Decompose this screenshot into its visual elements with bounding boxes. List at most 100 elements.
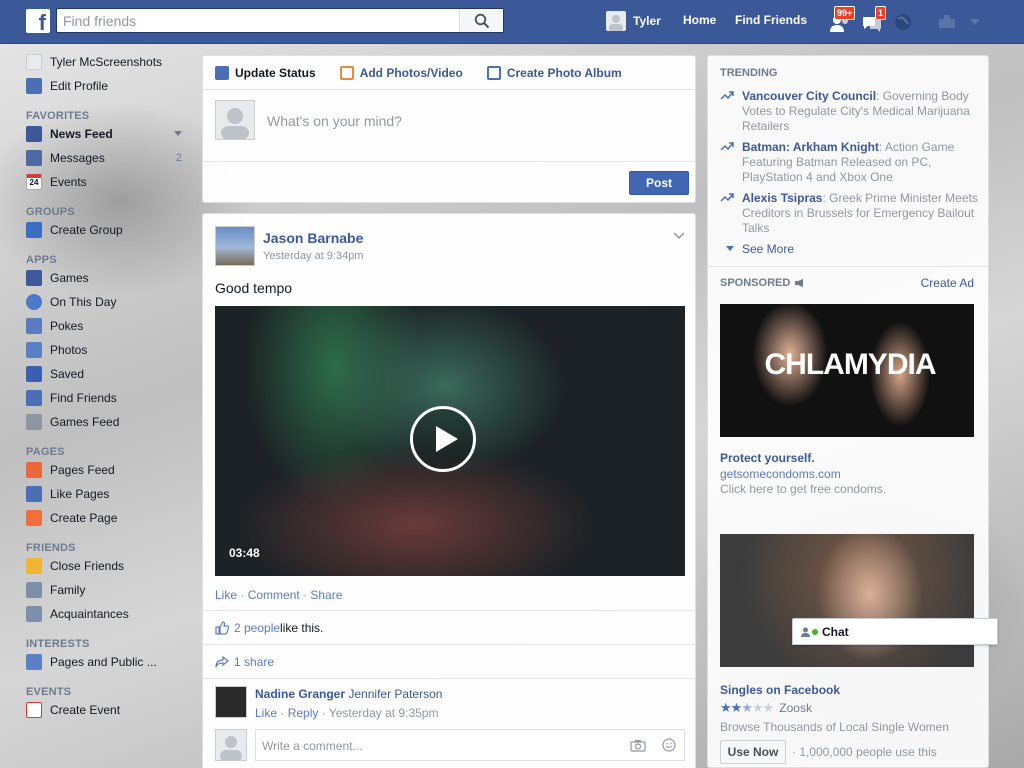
ad-url[interactable]: getsomecondoms.com bbox=[720, 467, 841, 481]
sidebar-item-create-event[interactable]: Create Event bbox=[18, 698, 194, 722]
sidebar-item-label: Close Friends bbox=[50, 559, 125, 573]
post-video[interactable]: 03:48 bbox=[215, 306, 685, 576]
search-button[interactable] bbox=[459, 9, 503, 32]
likes-summary: 2 people like this. bbox=[215, 621, 323, 635]
post-actions: Like · Comment · Share bbox=[215, 588, 343, 602]
comment-meta: Like · Reply · Yesterday at 9:35pm bbox=[255, 706, 439, 720]
ad-image-chlamydia[interactable]: CHLAMYDIA bbox=[720, 304, 974, 437]
create-ad-link[interactable]: Create Ad bbox=[921, 276, 974, 290]
sidebar-item-family[interactable]: Family bbox=[18, 578, 194, 602]
see-more-link[interactable]: See More bbox=[726, 242, 794, 256]
sidebar-item-label: Family bbox=[50, 583, 86, 597]
create-page-icon bbox=[26, 510, 42, 526]
sidebar-item-label: Saved bbox=[50, 367, 85, 381]
settings-menu[interactable] bbox=[938, 13, 988, 35]
tab-update-status[interactable]: Update Status bbox=[215, 65, 316, 80]
commenter-avatar[interactable] bbox=[215, 686, 247, 718]
likes-suffix: like this. bbox=[280, 621, 324, 635]
sidebar-item-label: Pokes bbox=[50, 319, 84, 333]
camera-icon[interactable] bbox=[630, 739, 646, 752]
sidebar-item-saved[interactable]: Saved bbox=[18, 362, 194, 386]
nav-home-link[interactable]: Home bbox=[683, 13, 716, 27]
sidebar-item-create-group[interactable]: Create Group bbox=[18, 218, 194, 242]
status-composer: Update Status Add Photos/Video Create Ph… bbox=[202, 55, 696, 203]
like-link[interactable]: Like bbox=[215, 588, 237, 602]
friend-requests-jewel[interactable]: 99+ bbox=[828, 6, 856, 34]
sidebar-item-pages-feed[interactable]: Pages Feed bbox=[18, 458, 194, 482]
sidebar-item-find-friends[interactable]: Find Friends bbox=[18, 386, 194, 410]
sidebar-item-label: Games Feed bbox=[50, 415, 120, 429]
sidebar-item-photos[interactable]: Photos bbox=[18, 338, 194, 362]
sidebar-section-groups: GROUPS bbox=[26, 206, 75, 218]
chevron-down-icon[interactable] bbox=[174, 131, 182, 137]
comment-author[interactable]: Nadine Granger bbox=[255, 687, 345, 701]
ad-image-singles[interactable] bbox=[720, 534, 974, 667]
trending-topic[interactable]: Alexis Tsipras bbox=[742, 191, 822, 205]
chat-tab[interactable]: Chat bbox=[792, 618, 998, 645]
tab-create-photo-album[interactable]: Create Photo Album bbox=[486, 65, 622, 80]
sidebar-item-create-page[interactable]: Create Page bbox=[18, 506, 194, 530]
games-icon bbox=[26, 270, 42, 286]
sidebar-item-label: On This Day bbox=[50, 295, 117, 309]
nav-find-friends-link[interactable]: Find Friends bbox=[735, 13, 807, 27]
gamepad-icon bbox=[26, 414, 42, 430]
ad2-title[interactable]: Singles on Facebook bbox=[720, 683, 840, 697]
thumbs-up-icon bbox=[26, 486, 42, 502]
person-icon bbox=[801, 627, 810, 637]
comment-input-placeholder: Write a comment... bbox=[262, 739, 363, 753]
trending-item[interactable]: Alexis Tsipras: Greek Prime Minister Mee… bbox=[720, 191, 982, 236]
messages-count: 2 bbox=[175, 152, 182, 164]
comment-text[interactable]: Jennifer Paterson bbox=[348, 687, 442, 701]
post-author-name[interactable]: Jason Barnabe bbox=[263, 230, 363, 246]
likes-link[interactable]: 2 people bbox=[234, 621, 280, 635]
comment-time[interactable]: Yesterday at 9:35pm bbox=[329, 706, 439, 720]
comment-link[interactable]: Comment bbox=[248, 588, 300, 602]
feed-post: Jason Barnabe Yesterday at 9:34pm Good t… bbox=[202, 213, 696, 768]
composer-input[interactable]: What's on your mind? bbox=[267, 113, 402, 129]
sidebar-item-on-this-day[interactable]: On This Day bbox=[18, 290, 194, 314]
plus-icon bbox=[26, 702, 42, 718]
trending-topic[interactable]: Vancouver City Council bbox=[742, 89, 876, 103]
tab-add-photos-video[interactable]: Add Photos/Video bbox=[339, 65, 463, 80]
trending-arrow-icon bbox=[720, 91, 734, 100]
use-now-button[interactable]: Use Now bbox=[720, 740, 786, 764]
online-dot-icon bbox=[812, 628, 818, 635]
sidebar-item-news-feed[interactable]: News Feed bbox=[18, 122, 194, 146]
bookmark-icon bbox=[26, 366, 42, 382]
notifications-jewel[interactable] bbox=[893, 12, 917, 34]
post-timestamp[interactable]: Yesterday at 9:34pm bbox=[263, 250, 364, 262]
sidebar-item-games-feed[interactable]: Games Feed bbox=[18, 410, 194, 434]
chevron-down-icon[interactable] bbox=[673, 232, 685, 240]
shares-link[interactable]: 1 share bbox=[234, 655, 274, 669]
sidebar-item-acquaintances[interactable]: Acquaintances bbox=[18, 602, 194, 626]
search-input[interactable] bbox=[57, 9, 459, 32]
play-icon[interactable] bbox=[410, 406, 476, 472]
post-button[interactable]: Post bbox=[629, 171, 689, 195]
trending-item[interactable]: Batman: Arkham Knight: Action Game Featu… bbox=[720, 140, 982, 185]
album-icon bbox=[486, 65, 501, 80]
emoji-icon[interactable] bbox=[662, 738, 676, 752]
messages-jewel[interactable]: 1 bbox=[860, 6, 887, 34]
nav-profile-link[interactable]: Tyler bbox=[606, 11, 661, 31]
profile-avatar-icon bbox=[26, 54, 42, 70]
sidebar-item-like-pages[interactable]: Like Pages bbox=[18, 482, 194, 506]
sidebar-item-pokes[interactable]: Pokes bbox=[18, 314, 194, 338]
sidebar-item-events[interactable]: 24 Events bbox=[18, 170, 194, 194]
comment-reply-link[interactable]: Reply bbox=[288, 706, 319, 720]
comment-input[interactable]: Write a comment... bbox=[255, 729, 685, 761]
sidebar-item-close-friends[interactable]: Close Friends bbox=[18, 554, 194, 578]
trending-topic[interactable]: Batman: Arkham Knight bbox=[742, 140, 879, 154]
ad-title[interactable]: Protect yourself. bbox=[720, 451, 815, 465]
post-author-avatar[interactable] bbox=[215, 226, 255, 266]
share-link[interactable]: Share bbox=[310, 588, 342, 602]
globe-icon bbox=[895, 14, 911, 30]
ad2-rater: Zoosk bbox=[779, 701, 812, 715]
sidebar-profile-link[interactable]: Tyler McScreenshots bbox=[18, 50, 194, 74]
comment-like-link[interactable]: Like bbox=[255, 706, 277, 720]
facebook-logo[interactable]: f bbox=[26, 9, 50, 33]
sidebar-edit-profile[interactable]: Edit Profile bbox=[18, 74, 194, 98]
sidebar-item-games[interactable]: Games bbox=[18, 266, 194, 290]
sidebar-item-pages-and-public[interactable]: Pages and Public ... bbox=[18, 650, 194, 674]
trending-item[interactable]: Vancouver City Council: Governing Body V… bbox=[720, 89, 982, 134]
sidebar-item-messages[interactable]: Messages 2 bbox=[18, 146, 194, 170]
